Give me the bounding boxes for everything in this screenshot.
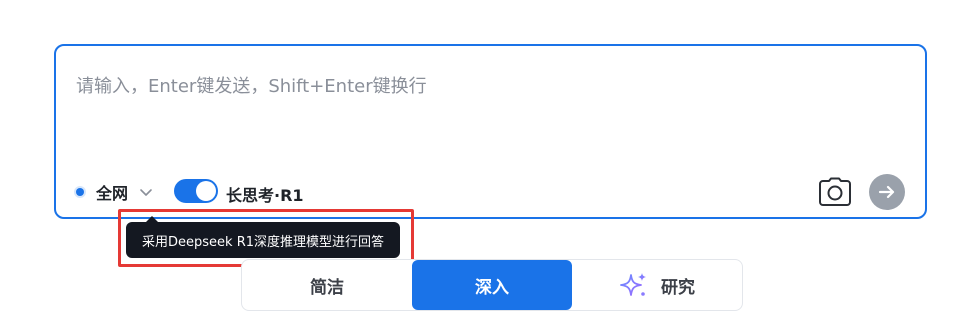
mode-research[interactable]: 研究 — [572, 260, 742, 310]
mode-concise[interactable]: 简洁 — [242, 260, 412, 310]
camera-icon — [819, 177, 851, 206]
toggle-knob — [196, 181, 216, 201]
mode-deep[interactable]: 深入 — [412, 260, 572, 310]
scope-label: 全网 — [96, 184, 129, 203]
mode-label: 深入 — [475, 277, 509, 298]
arrow-right-icon — [878, 185, 895, 199]
send-button[interactable] — [869, 174, 905, 210]
deep-think-toggle[interactable] — [174, 179, 218, 203]
tooltip-arrow — [146, 216, 158, 222]
sparkle-icon — [619, 270, 649, 300]
input-toolbar: 全网 长思考·R1 — [76, 174, 905, 210]
deep-think-label: 长思考·R1 — [226, 186, 304, 205]
tooltip-text: 采用Deepseek R1深度推理模型进行回答 — [142, 234, 384, 250]
scope-dot-icon — [76, 188, 84, 196]
chat-input-card: 全网 长思考·R1 — [54, 44, 927, 219]
page: 全网 长思考·R1 采 — [0, 0, 975, 330]
camera-button[interactable] — [817, 174, 853, 210]
answer-mode-selector: 简洁 深入 研究 — [241, 259, 743, 311]
chevron-down-icon — [140, 189, 152, 196]
deep-think-tooltip: 采用Deepseek R1深度推理模型进行回答 — [126, 216, 400, 258]
prompt-input[interactable] — [76, 66, 896, 106]
mode-label: 简洁 — [310, 277, 344, 298]
mode-label: 研究 — [661, 277, 695, 298]
scope-selector[interactable]: 全网 — [76, 180, 154, 204]
